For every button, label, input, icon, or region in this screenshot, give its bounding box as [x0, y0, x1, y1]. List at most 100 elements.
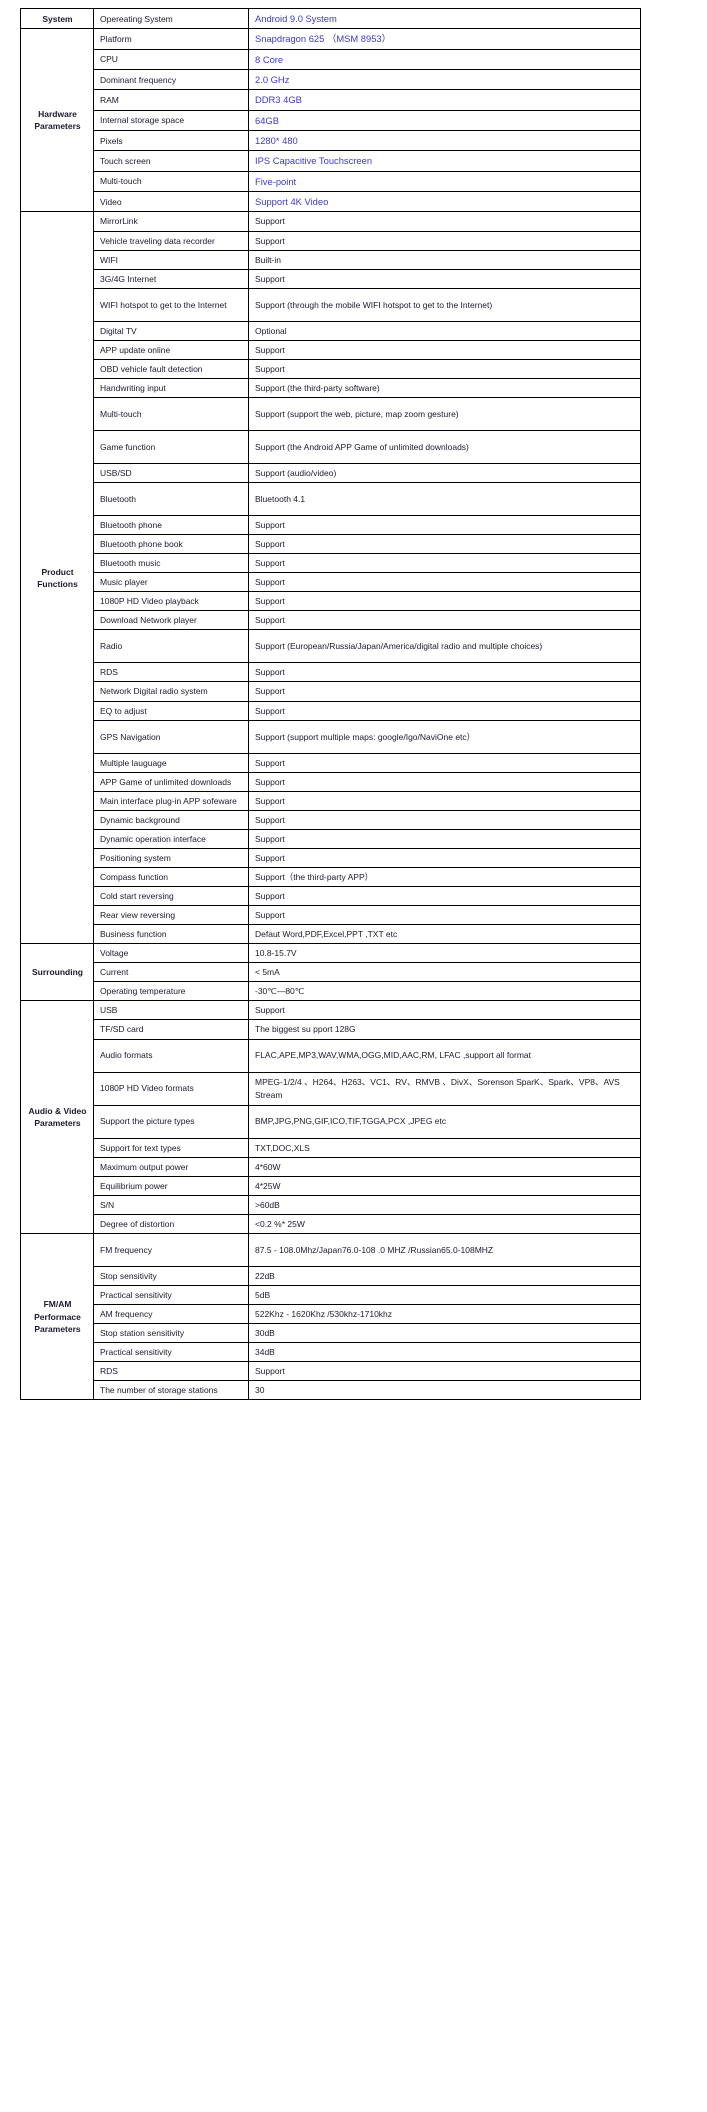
- spec-item-value: Support: [248, 905, 641, 926]
- spec-item-label: Stop station sensitivity: [93, 1322, 249, 1344]
- table-row: Compass function Support（the third-party …: [21, 866, 641, 888]
- spec-item-value: Support (audio/video): [248, 462, 641, 484]
- table-row: Bluetooth phone Support: [21, 514, 641, 536]
- table-row: Multiple lauguage Support: [21, 752, 641, 773]
- table-row: Vehicle traveling data recorder Support: [21, 230, 641, 251]
- spec-item-value: Support: [248, 572, 641, 593]
- spec-item-label: 1080P HD Video formats: [93, 1071, 249, 1106]
- spec-item-label: Degree of distortion: [93, 1213, 249, 1234]
- table-row: Degree of distortion <0.2 %* 25W: [21, 1213, 641, 1234]
- spec-item-label: WIFI: [93, 249, 249, 270]
- spec-item-value: Support: [248, 514, 641, 536]
- spec-item-label: Maximum output power: [93, 1156, 249, 1177]
- table-row: S/N >60dB: [21, 1194, 641, 1215]
- table-row: Radio Support (European/Russia/Japan/Amer…: [21, 629, 641, 664]
- table-row: Operating temperature -30℃—80℃: [21, 981, 641, 1002]
- spec-item-value: Support: [248, 681, 641, 702]
- spec-item-label: Cold start reversing: [93, 885, 249, 907]
- spec-item-value: Support: [248, 847, 641, 868]
- section-group-label: Product Functions: [20, 211, 94, 945]
- table-row: 3G/4G Internet Support: [21, 268, 641, 289]
- table-row: Network Digital radio system Support: [21, 681, 641, 702]
- spec-item-label: Dynamic background: [93, 809, 249, 830]
- spec-item-label: 3G/4G Internet: [93, 268, 249, 289]
- spec-item-value: Support: [248, 752, 641, 773]
- spec-item-value: Support: [248, 610, 641, 631]
- spec-item-label: Game function: [93, 429, 249, 464]
- table-row: 1080P HD Video playback Support: [21, 591, 641, 612]
- table-row: APP update online Support: [21, 339, 641, 360]
- spec-item-value: Defaut Word,PDF,Excel,PPT ,TXT etc: [248, 924, 641, 945]
- table-row: RDS Support: [21, 662, 641, 683]
- table-row: Pixels 1280* 480: [21, 130, 641, 152]
- spec-item-value: Optional: [248, 320, 641, 341]
- spec-item-label: Multi-touch: [93, 396, 249, 431]
- spec-item-value: 4*60W: [248, 1156, 641, 1177]
- spec-item-label: Compass function: [93, 866, 249, 888]
- spec-item-value: <0.2 %* 25W: [248, 1213, 641, 1234]
- spec-item-label: Rear view reversing: [93, 905, 249, 926]
- table-row: Dynamic operation interface Support: [21, 828, 641, 849]
- spec-item-label: Opereating System: [93, 7, 249, 30]
- table-row: OBD vehicle fault detection Support: [21, 358, 641, 379]
- table-row: Digital TV Optional: [21, 320, 641, 341]
- spec-item-value: Bluetooth 4.1: [248, 482, 641, 516]
- spec-item-label: FM frequency: [93, 1232, 249, 1267]
- spec-item-value: IPS Capacitive Touchscreen: [248, 150, 641, 172]
- spec-item-value: 5dB: [248, 1284, 641, 1305]
- spec-item-label: Support the picture types: [93, 1104, 249, 1139]
- table-row: Internal storage space 64GB: [21, 109, 641, 132]
- table-row: APP Game of unlimited downloads Support: [21, 771, 641, 792]
- spec-item-label: AM frequency: [93, 1303, 249, 1325]
- spec-item-label: The number of storage stations: [93, 1380, 249, 1401]
- spec-item-label: Dominant frequency: [93, 69, 249, 91]
- table-row: WIFI hotspot to get to the Internet Suppo…: [21, 287, 641, 322]
- table-row: Bluetooth phone book Support: [21, 534, 641, 555]
- spec-item-value: Support (the Android APP Game of unlimit…: [248, 429, 641, 464]
- spec-item-value: Support: [248, 662, 641, 683]
- spec-item-label: Voltage: [93, 943, 249, 964]
- table-row: FM/AM Performace Parameters FM frequency 87.…: [20, 1232, 641, 1401]
- spec-item-label: Bluetooth music: [93, 553, 249, 574]
- table-row: WIFI Built-in: [21, 249, 641, 270]
- spec-item-label: OBD vehicle fault detection: [93, 358, 249, 379]
- spec-item-value: 30dB: [248, 1322, 641, 1344]
- table-row: Bluetooth Bluetooth 4.1: [21, 482, 641, 516]
- spec-item-label: Platform: [93, 28, 249, 50]
- spec-item-value: Support: [248, 1000, 641, 1021]
- section-group-label: Surrounding: [20, 943, 94, 1002]
- spec-item-label: Internal storage space: [93, 109, 249, 132]
- spec-item-value: TXT,DOC,XLS: [248, 1137, 641, 1158]
- table-row: Support for text types TXT,DOC,XLS: [21, 1137, 641, 1158]
- spec-item-value: 34dB: [248, 1342, 641, 1363]
- table-row: Audio formats FLAC,APE,MP3,WAV,WMA,OGG,MI…: [21, 1038, 641, 1073]
- spec-item-label: Digital TV: [93, 320, 249, 341]
- spec-item-value: 4*25W: [248, 1175, 641, 1196]
- spec-item-label: Handwriting input: [93, 377, 249, 398]
- spec-item-value: >60dB: [248, 1194, 641, 1215]
- table-row: Practical sensitivity 34dB: [21, 1342, 641, 1363]
- spec-item-value: Support 4K Video: [248, 191, 641, 213]
- table-row: Main interface plug-in APP sofeware Suppo…: [21, 790, 641, 811]
- table-row: Rear view reversing Support: [21, 905, 641, 926]
- table-row: Multi-touch Five-point: [21, 170, 641, 193]
- spec-item-label: Dynamic operation interface: [93, 828, 249, 849]
- spec-item-value: Support: [248, 771, 641, 792]
- table-row: Audio & Video Parameters USB Support: [20, 1000, 641, 1234]
- spec-item-label: Audio formats: [93, 1038, 249, 1073]
- spec-item-value: Android 9.0 System: [248, 7, 641, 30]
- spec-item-value: Support: [248, 358, 641, 379]
- table-row: Stop station sensitivity 30dB: [21, 1322, 641, 1344]
- table-row: Handwriting input Support (the third-part…: [21, 377, 641, 398]
- spec-item-value: Support: [248, 790, 641, 811]
- spec-item-value: Five-point: [248, 170, 641, 193]
- table-row: Positioning system Support: [21, 847, 641, 868]
- table-row: Bluetooth music Support: [21, 553, 641, 574]
- spec-item-label: TF/SD card: [93, 1019, 249, 1040]
- spec-item-value: FLAC,APE,MP3,WAV,WMA,OGG,MID,AAC,RM, LFA…: [248, 1038, 641, 1073]
- spec-item-value: Support: [248, 828, 641, 849]
- spec-item-value: < 5mA: [248, 962, 641, 983]
- spec-item-label: Stop sensitivity: [93, 1265, 249, 1286]
- spec-item-label: Touch screen: [93, 150, 249, 172]
- spec-item-label: Positioning system: [93, 847, 249, 868]
